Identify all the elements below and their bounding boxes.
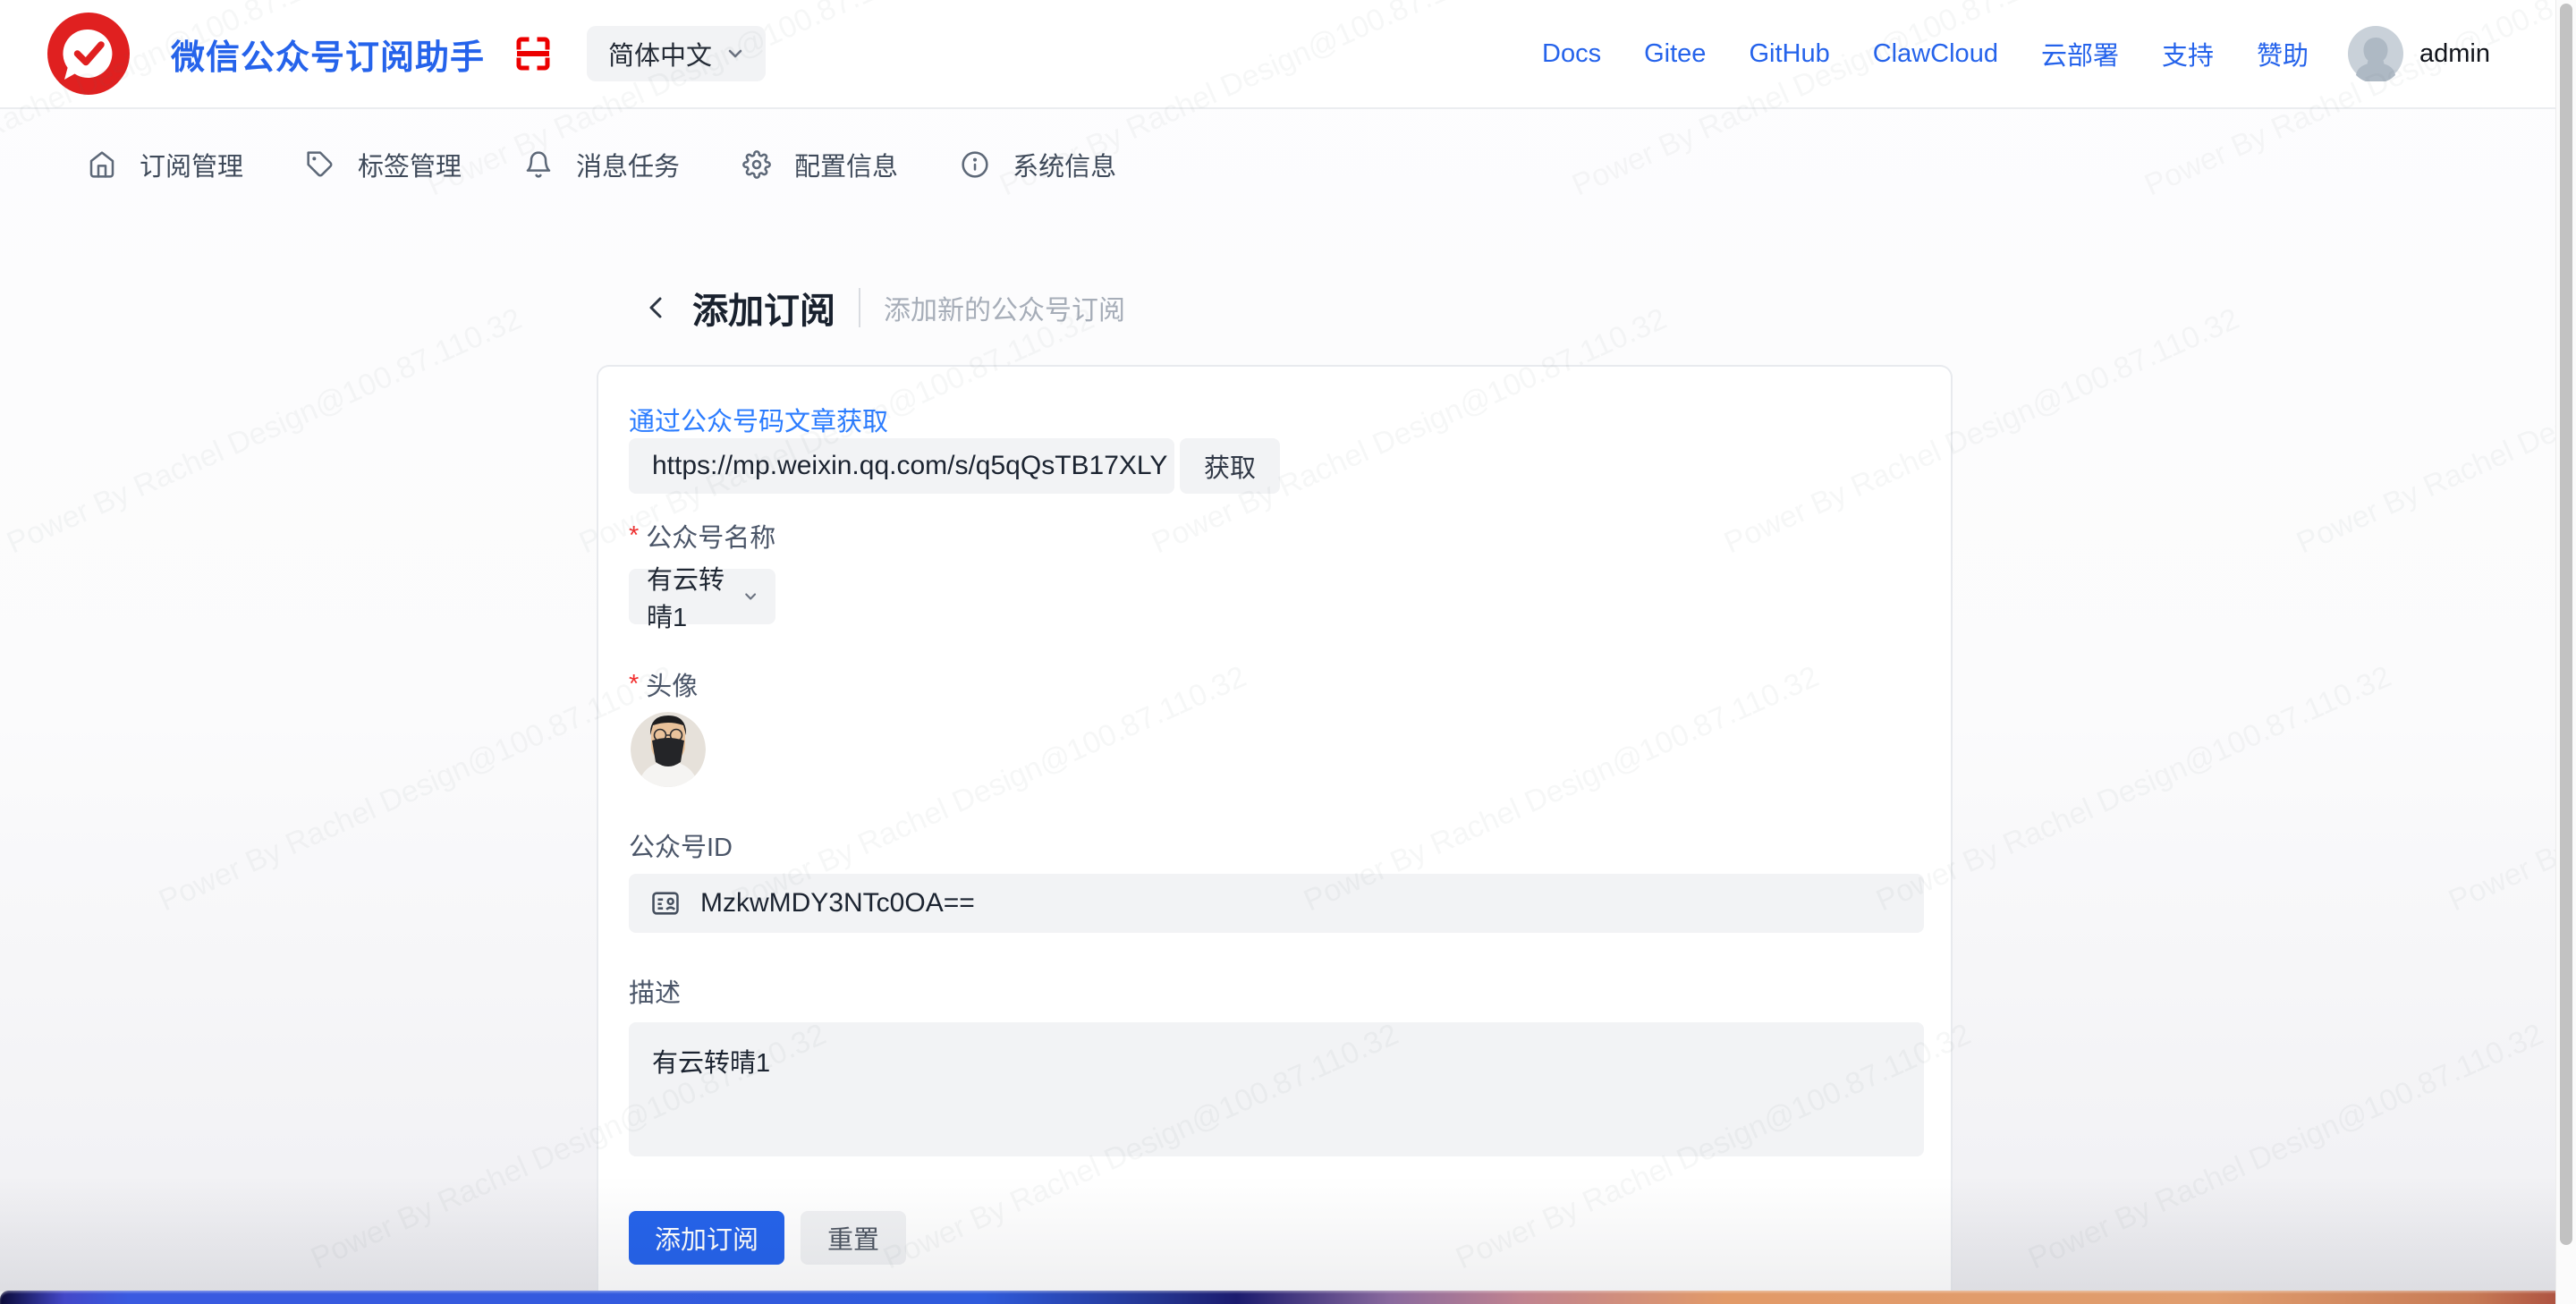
language-selector-label: 简体中文 <box>608 35 712 72</box>
username[interactable]: admin <box>2419 39 2490 69</box>
nav-item-label: 订阅管理 <box>140 146 243 183</box>
reset-button[interactable]: 重置 <box>801 1211 906 1265</box>
link-github[interactable]: GitHub <box>1749 39 1829 69</box>
header: 微信公众号订阅助手 简体中文 Docs Gitee GitHub ClawClo… <box>0 0 2576 109</box>
nav-item-system-info[interactable]: 系统信息 <box>961 146 1116 183</box>
account-name-value: 有云转晴1 <box>647 559 743 634</box>
language-selector[interactable]: 简体中文 <box>587 26 766 81</box>
info-icon <box>961 150 989 179</box>
description-value: 有云转晴1 <box>652 1049 770 1078</box>
scrollbar-track[interactable] <box>2555 0 2576 1304</box>
nav-item-label: 配置信息 <box>794 146 898 183</box>
description-textarea[interactable]: 有云转晴1 <box>629 1022 1924 1156</box>
nav-item-tags[interactable]: 标签管理 <box>306 146 462 183</box>
link-sponsor[interactable]: 赞助 <box>2257 35 2309 72</box>
link-support[interactable]: 支持 <box>2162 35 2214 72</box>
nav-item-config[interactable]: 配置信息 <box>742 146 898 183</box>
avatar-label: * 头像 <box>629 665 698 703</box>
link-gitee[interactable]: Gitee <box>1644 39 1706 69</box>
required-marker: * <box>629 521 639 551</box>
page-title: 添加订阅 <box>692 282 835 334</box>
title-divider <box>859 288 860 327</box>
link-docs[interactable]: Docs <box>1542 39 1601 69</box>
description-label: 描述 <box>629 972 681 1010</box>
bottom-gradient-banner <box>0 1291 2576 1304</box>
app-title: 微信公众号订阅助手 <box>171 30 485 79</box>
main-nav: 订阅管理 标签管理 消息任务 配置信息 系统信息 <box>88 132 1116 197</box>
back-button[interactable] <box>637 288 676 327</box>
bell-icon <box>524 150 553 179</box>
link-clawcloud[interactable]: ClawCloud <box>1873 39 1998 69</box>
watermark-text: Power By Rachel Design@100.87.110.32 <box>2023 1017 2548 1276</box>
app-root: 微信公众号订阅助手 简体中文 Docs Gitee GitHub ClawClo… <box>0 0 2576 1304</box>
link-cloud-deploy[interactable]: 云部署 <box>2041 35 2119 72</box>
account-id-value: MzkwMDY3NTc0OA== <box>700 888 975 919</box>
gear-icon <box>742 150 771 179</box>
page-title-row: 添加订阅 添加新的公众号订阅 <box>637 277 1125 338</box>
scan-icon[interactable] <box>515 36 551 72</box>
watermark-text: Power By Rachel Design@100.87.110.32 <box>2292 301 2576 561</box>
scrollbar-thumb[interactable] <box>2560 4 2572 1245</box>
account-name-label: * 公众号名称 <box>629 517 775 555</box>
nav-item-subscriptions[interactable]: 订阅管理 <box>88 146 243 183</box>
nav-item-message-tasks[interactable]: 消息任务 <box>524 146 680 183</box>
fetch-by-article-link[interactable]: 通过公众号码文章获取 <box>629 401 888 438</box>
nav-item-label: 系统信息 <box>1013 146 1116 183</box>
chevron-left-icon <box>643 294 670 321</box>
required-marker: * <box>629 670 639 699</box>
account-avatar-image[interactable] <box>631 712 706 787</box>
account-id-input[interactable]: MzkwMDY3NTc0OA== <box>629 874 1924 933</box>
app-logo-icon <box>47 13 130 95</box>
user-avatar[interactable] <box>2348 26 2403 81</box>
home-icon <box>88 150 116 179</box>
chevron-down-icon <box>726 45 744 63</box>
account-name-select[interactable]: 有云转晴1 <box>629 569 775 624</box>
page-subtitle: 添加新的公众号订阅 <box>884 288 1125 327</box>
add-subscription-button[interactable]: 添加订阅 <box>629 1211 784 1265</box>
tag-icon <box>306 150 335 179</box>
fetch-button[interactable]: 获取 <box>1180 438 1280 494</box>
id-card-icon <box>650 888 681 919</box>
nav-item-label: 消息任务 <box>576 146 680 183</box>
nav-item-label: 标签管理 <box>358 146 462 183</box>
header-links: Docs Gitee GitHub ClawCloud 云部署 支持 赞助 <box>1542 35 2309 72</box>
article-url-input[interactable]: https://mp.weixin.qq.com/s/q5qQsTB17XLY <box>629 438 1174 494</box>
article-url-value: https://mp.weixin.qq.com/s/q5qQsTB17XLY <box>652 451 1167 481</box>
watermark-text: Power By Rachel Design@100.87.110.32 <box>2 301 527 561</box>
account-id-label: 公众号ID <box>629 826 733 864</box>
chevron-down-icon <box>743 588 758 605</box>
add-subscription-card: 通过公众号码文章获取 https://mp.weixin.qq.com/s/q5… <box>597 365 1953 1304</box>
